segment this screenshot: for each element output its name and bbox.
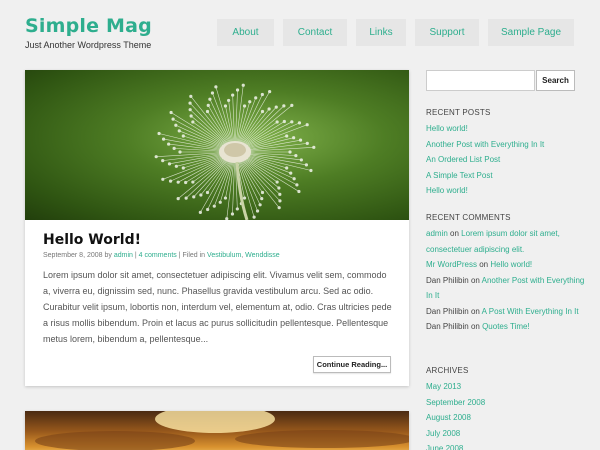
recent-post-item[interactable]: Hello world! xyxy=(426,183,586,199)
main-nav: About Contact Links Support Sample Page xyxy=(217,19,574,46)
post-category-link-2[interactable]: Wenddisse xyxy=(245,252,280,259)
comment-post-link[interactable]: A Post With Everything In It xyxy=(482,307,579,316)
post-card: Hello World! September 8, 2008 by admin … xyxy=(25,70,409,386)
post-author-link[interactable]: admin xyxy=(114,252,133,259)
archive-item[interactable]: May 2013 xyxy=(426,379,586,395)
post-by: by xyxy=(104,252,112,259)
nav-item-about[interactable]: About xyxy=(217,19,274,46)
archive-item[interactable]: August 2008 xyxy=(426,410,586,426)
site-header: Simple Mag Just Another Wordpress Theme … xyxy=(0,0,600,60)
comment-on-text: on xyxy=(470,322,480,331)
post-date: September 8, 2008 xyxy=(43,252,103,259)
post-meta: September 8, 2008 by admin | 4 comments … xyxy=(43,252,280,259)
comment-author-link[interactable]: Mr WordPress xyxy=(426,260,477,269)
recent-comment-item: Mr WordPress on Hello world! xyxy=(426,257,586,273)
archives-title: ARCHIVES xyxy=(426,366,469,375)
recent-comments-list: admin on Lorem ipsum dolor sit amet, con… xyxy=(426,226,586,335)
nav-item-contact[interactable]: Contact xyxy=(283,19,347,46)
archive-item[interactable]: September 2008 xyxy=(426,395,586,411)
dandelion-image xyxy=(154,83,316,220)
comment-on-text: on xyxy=(479,260,489,269)
nav-item-links[interactable]: Links xyxy=(356,19,406,46)
continue-reading-button[interactable]: Continue Reading... xyxy=(313,356,391,373)
comment-author: Dan Philibin xyxy=(426,306,469,316)
recent-comment-item: admin on Lorem ipsum dolor sit amet, con… xyxy=(426,226,586,257)
archive-item[interactable]: June 2008 xyxy=(426,441,586,450)
post-filed-in: Filed in xyxy=(182,252,206,259)
recent-posts-list: Hello world! Another Post with Everythin… xyxy=(426,121,586,199)
post-card-2-image[interactable] xyxy=(25,411,409,450)
archive-item[interactable]: July 2008 xyxy=(426,426,586,442)
recent-post-item[interactable]: A Simple Text Post xyxy=(426,168,586,184)
recent-comment-item: Dan Philibin on Another Post with Everyt… xyxy=(426,273,586,304)
comment-post-link[interactable]: Hello world! xyxy=(490,260,532,269)
recent-post-item[interactable]: An Ordered List Post xyxy=(426,152,586,168)
comment-on-text: on xyxy=(470,275,480,285)
recent-comment-item: Dan Philibin on Quotes Time! xyxy=(426,319,586,335)
comment-author-link[interactable]: admin xyxy=(426,229,448,238)
post-excerpt: Lorem ipsum dolor sit amet, consectetuer… xyxy=(43,270,392,344)
post-category-link[interactable]: Vestibulum xyxy=(207,252,241,259)
archives-list: May 2013 September 2008 August 2008 July… xyxy=(426,379,586,450)
post-featured-image[interactable] xyxy=(25,70,409,220)
sunset-image xyxy=(35,411,409,450)
recent-post-item[interactable]: Another Post with Everything In It xyxy=(426,137,586,153)
search-input[interactable] xyxy=(426,70,535,91)
comment-author: Dan Philibin xyxy=(426,322,469,331)
post-comments-link[interactable]: 4 comments xyxy=(139,252,177,259)
site-tagline: Just Another Wordpress Theme xyxy=(25,40,152,50)
search-button[interactable]: Search xyxy=(536,70,575,91)
recent-posts-title: RECENT POSTS xyxy=(426,108,491,117)
recent-post-item[interactable]: Hello world! xyxy=(426,121,586,137)
recent-comment-item: Dan Philibin on A Post With Everything I… xyxy=(426,304,586,320)
comment-on-text: on xyxy=(470,306,480,316)
comment-post-link[interactable]: Quotes Time! xyxy=(482,322,530,331)
post-title[interactable]: Hello World! xyxy=(43,232,141,248)
comment-on-text: on xyxy=(450,229,459,238)
nav-item-support[interactable]: Support xyxy=(415,19,479,46)
nav-item-sample-page[interactable]: Sample Page xyxy=(488,19,574,46)
comment-author: Dan Philibin xyxy=(426,275,469,285)
site-title[interactable]: Simple Mag xyxy=(25,15,152,37)
recent-comments-title: RECENT COMMENTS xyxy=(426,213,511,222)
